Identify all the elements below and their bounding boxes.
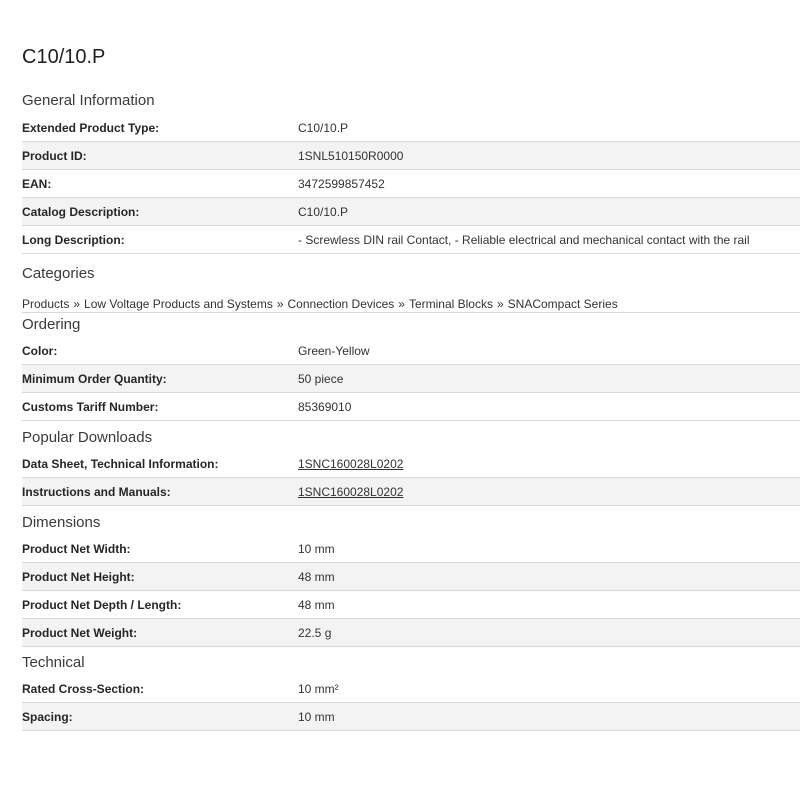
row-value: 3472599857452 [298, 177, 385, 191]
section-heading-technical: Technical [22, 654, 85, 671]
table-row: Extended Product Type: C10/10.P [22, 114, 800, 142]
breadcrumb-item-terminal-blocks[interactable]: Terminal Blocks [409, 297, 493, 311]
row-value: 10 mm [298, 542, 335, 556]
table-row: Long Description: - Screwless DIN rail C… [22, 226, 800, 254]
row-value: - Screwless DIN rail Contact, - Reliable… [298, 233, 750, 247]
row-label: Product ID: [22, 149, 87, 163]
breadcrumb-item-snacompact-series[interactable]: SNACompact Series [508, 297, 618, 311]
row-label: Product Net Height: [22, 570, 135, 584]
section-heading-categories: Categories [22, 265, 95, 282]
row-label: Extended Product Type: [22, 121, 160, 135]
breadcrumb-separator: » [496, 297, 504, 311]
row-value: 22.5 g [298, 626, 332, 640]
row-label: Rated Cross-Section: [22, 682, 145, 696]
row-value: 85369010 [298, 400, 352, 414]
row-value: 50 piece [298, 372, 344, 386]
table-row: EAN: 3472599857452 [22, 170, 800, 198]
row-label: EAN: [22, 177, 52, 191]
table-row: Spacing: 10 mm [22, 703, 800, 731]
table-row: Instructions and Manuals: 1SNC160028L020… [22, 478, 800, 506]
breadcrumb-separator: » [73, 297, 81, 311]
row-value: 48 mm [298, 570, 335, 584]
breadcrumb-item-products[interactable]: Products [22, 297, 69, 311]
download-link-data-sheet[interactable]: 1SNC160028L0202 [298, 457, 403, 471]
table-row: Rated Cross-Section: 10 mm² [22, 675, 800, 703]
table-row: Color: Green-Yellow [22, 337, 800, 365]
breadcrumb-separator: » [398, 297, 405, 311]
row-value: 48 mm [298, 598, 335, 612]
row-label: Product Net Width: [22, 542, 131, 556]
table-row: Product Net Weight: 22.5 g [22, 619, 800, 647]
table-row: Product ID: 1SNL510150R0000 [22, 142, 800, 170]
row-label: Customs Tariff Number: [22, 400, 159, 414]
section-heading-ordering: Ordering [22, 316, 81, 333]
row-value: 10 mm [298, 710, 335, 724]
row-label: Product Net Depth / Length: [22, 598, 182, 612]
row-label: Catalog Description: [22, 205, 140, 219]
row-value: Green-Yellow [298, 344, 370, 358]
row-value: 10 mm² [298, 682, 339, 696]
section-heading-dimensions: Dimensions [22, 514, 101, 531]
row-label: Color: [22, 344, 58, 358]
table-row: Catalog Description: C10/10.P [22, 198, 800, 226]
row-label: Product Net Weight: [22, 626, 138, 640]
table-row: Customs Tariff Number: 85369010 [22, 393, 800, 421]
table-row: Minimum Order Quantity: 50 piece [22, 365, 800, 393]
table-row: Product Net Depth / Length: 48 mm [22, 591, 800, 619]
product-page: C10/10.P General Information Extended Pr… [0, 0, 800, 800]
breadcrumb-item-connection-devices[interactable]: Connection Devices [288, 297, 395, 311]
row-label: Minimum Order Quantity: [22, 372, 167, 386]
section-heading-downloads: Popular Downloads [22, 429, 153, 446]
row-label: Data Sheet, Technical Information: [22, 457, 219, 471]
table-row: Product Net Height: 48 mm [22, 563, 800, 591]
breadcrumb: Products» Low Voltage Products and System… [22, 287, 800, 313]
download-link-instructions[interactable]: 1SNC160028L0202 [298, 485, 403, 499]
row-label: Spacing: [22, 710, 73, 724]
row-value: C10/10.P [298, 205, 349, 219]
table-row: Data Sheet, Technical Information: 1SNC1… [22, 450, 800, 478]
breadcrumb-item-low-voltage[interactable]: Low Voltage Products and Systems [84, 297, 273, 311]
row-label: Long Description: [22, 233, 125, 247]
section-heading-general: General Information [22, 92, 155, 109]
row-value: C10/10.P [298, 121, 349, 135]
page-title: C10/10.P [22, 46, 106, 68]
breadcrumb-separator: » [276, 297, 284, 311]
row-label: Instructions and Manuals: [22, 485, 171, 499]
row-value: 1SNL510150R0000 [298, 149, 404, 163]
table-row: Product Net Width: 10 mm [22, 535, 800, 563]
